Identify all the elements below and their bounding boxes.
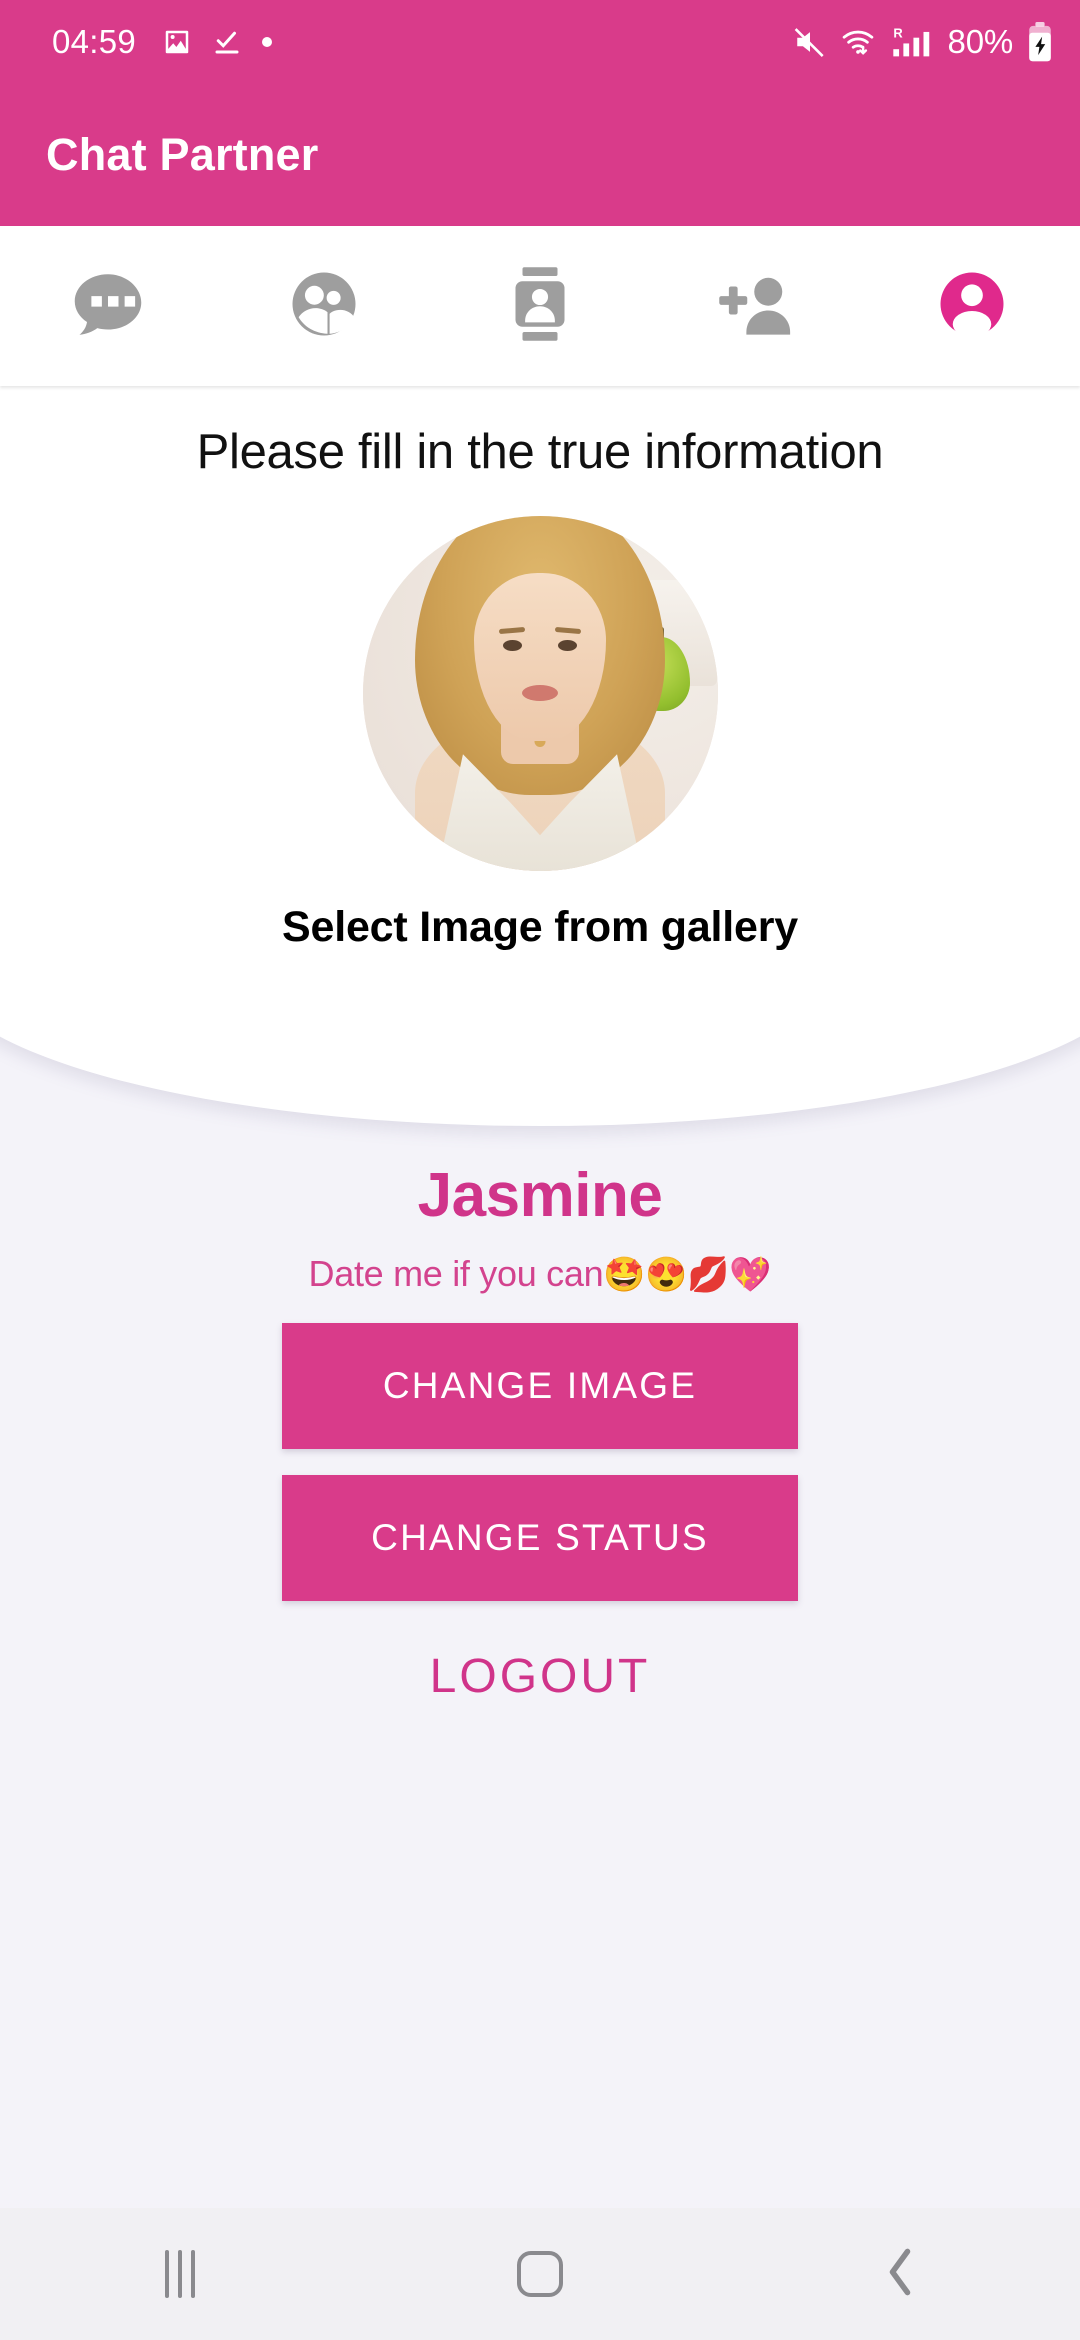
home-icon bbox=[517, 2251, 563, 2297]
profile-card-content: Please fill in the true information Sele… bbox=[0, 386, 1080, 1086]
profile-status-emoji: 🤩😍💋💖 bbox=[603, 1256, 772, 1294]
avatar-brow-left bbox=[498, 627, 526, 635]
avatar-brow-right bbox=[554, 627, 582, 635]
wifi-icon bbox=[840, 25, 876, 59]
change-image-button[interactable]: CHANGE IMAGE bbox=[282, 1323, 798, 1449]
status-bar-left: 04:59 bbox=[52, 23, 273, 61]
back-button[interactable] bbox=[720, 2208, 1080, 2340]
tab-chats[interactable] bbox=[0, 226, 216, 386]
logout-button[interactable]: LOGOUT bbox=[0, 1649, 1080, 1704]
tab-profile[interactable] bbox=[864, 226, 1080, 386]
tab-groups[interactable] bbox=[216, 226, 432, 386]
recents-button[interactable] bbox=[0, 2208, 360, 2340]
recents-icon bbox=[165, 2250, 195, 2298]
status-bar-right: R 80% bbox=[793, 22, 1054, 62]
status-clock: 04:59 bbox=[52, 23, 137, 60]
phone-screen: 04:59 R 80% Chat Partner Please fill in … bbox=[0, 0, 1080, 2340]
group-people-icon bbox=[282, 262, 366, 351]
dot-indicator-icon bbox=[262, 37, 273, 47]
card-heading: Please fill in the true information bbox=[196, 425, 884, 479]
tab-bar bbox=[0, 226, 1080, 386]
app-title: Chat Partner bbox=[46, 129, 319, 180]
tab-add-friend[interactable] bbox=[648, 226, 864, 386]
mute-icon bbox=[793, 25, 827, 59]
profile-status: Date me if you can🤩😍💋💖 bbox=[0, 1253, 1080, 1295]
person-add-icon bbox=[714, 262, 798, 351]
home-button[interactable] bbox=[360, 2208, 720, 2340]
avatar-lips bbox=[522, 685, 558, 702]
person-circle-icon bbox=[930, 262, 1014, 351]
check-download-icon bbox=[212, 27, 242, 57]
status-bar: 04:59 R 80% bbox=[0, 0, 1080, 84]
contact-card-icon bbox=[498, 262, 582, 351]
avatar-container[interactable] bbox=[0, 516, 1080, 871]
status-notification-icons bbox=[162, 27, 273, 57]
avatar-eye-left bbox=[503, 639, 523, 651]
profile-status-text: Date me if you can bbox=[308, 1253, 604, 1294]
roaming-signal-icon: R bbox=[889, 24, 935, 60]
change-status-button[interactable]: CHANGE STATUS bbox=[282, 1475, 798, 1601]
profile-section: Jasmine Date me if you can🤩😍💋💖 CHANGE IM… bbox=[0, 1160, 1080, 1704]
battery-percentage: 80% bbox=[947, 23, 1014, 60]
battery-charging-icon bbox=[1026, 22, 1054, 62]
back-chevron-icon bbox=[880, 2244, 920, 2305]
system-nav-bar bbox=[0, 2208, 1080, 2340]
avatar[interactable] bbox=[362, 516, 718, 871]
avatar-eye-right bbox=[557, 639, 577, 651]
app-bar: Chat Partner bbox=[0, 84, 1080, 226]
select-image-label[interactable]: Select Image from gallery bbox=[0, 903, 1080, 952]
profile-username: Jasmine bbox=[417, 1161, 663, 1230]
tab-contacts[interactable] bbox=[432, 226, 648, 386]
image-icon bbox=[162, 27, 192, 57]
svg-text:R: R bbox=[893, 26, 903, 41]
chat-bubble-icon bbox=[66, 262, 150, 351]
